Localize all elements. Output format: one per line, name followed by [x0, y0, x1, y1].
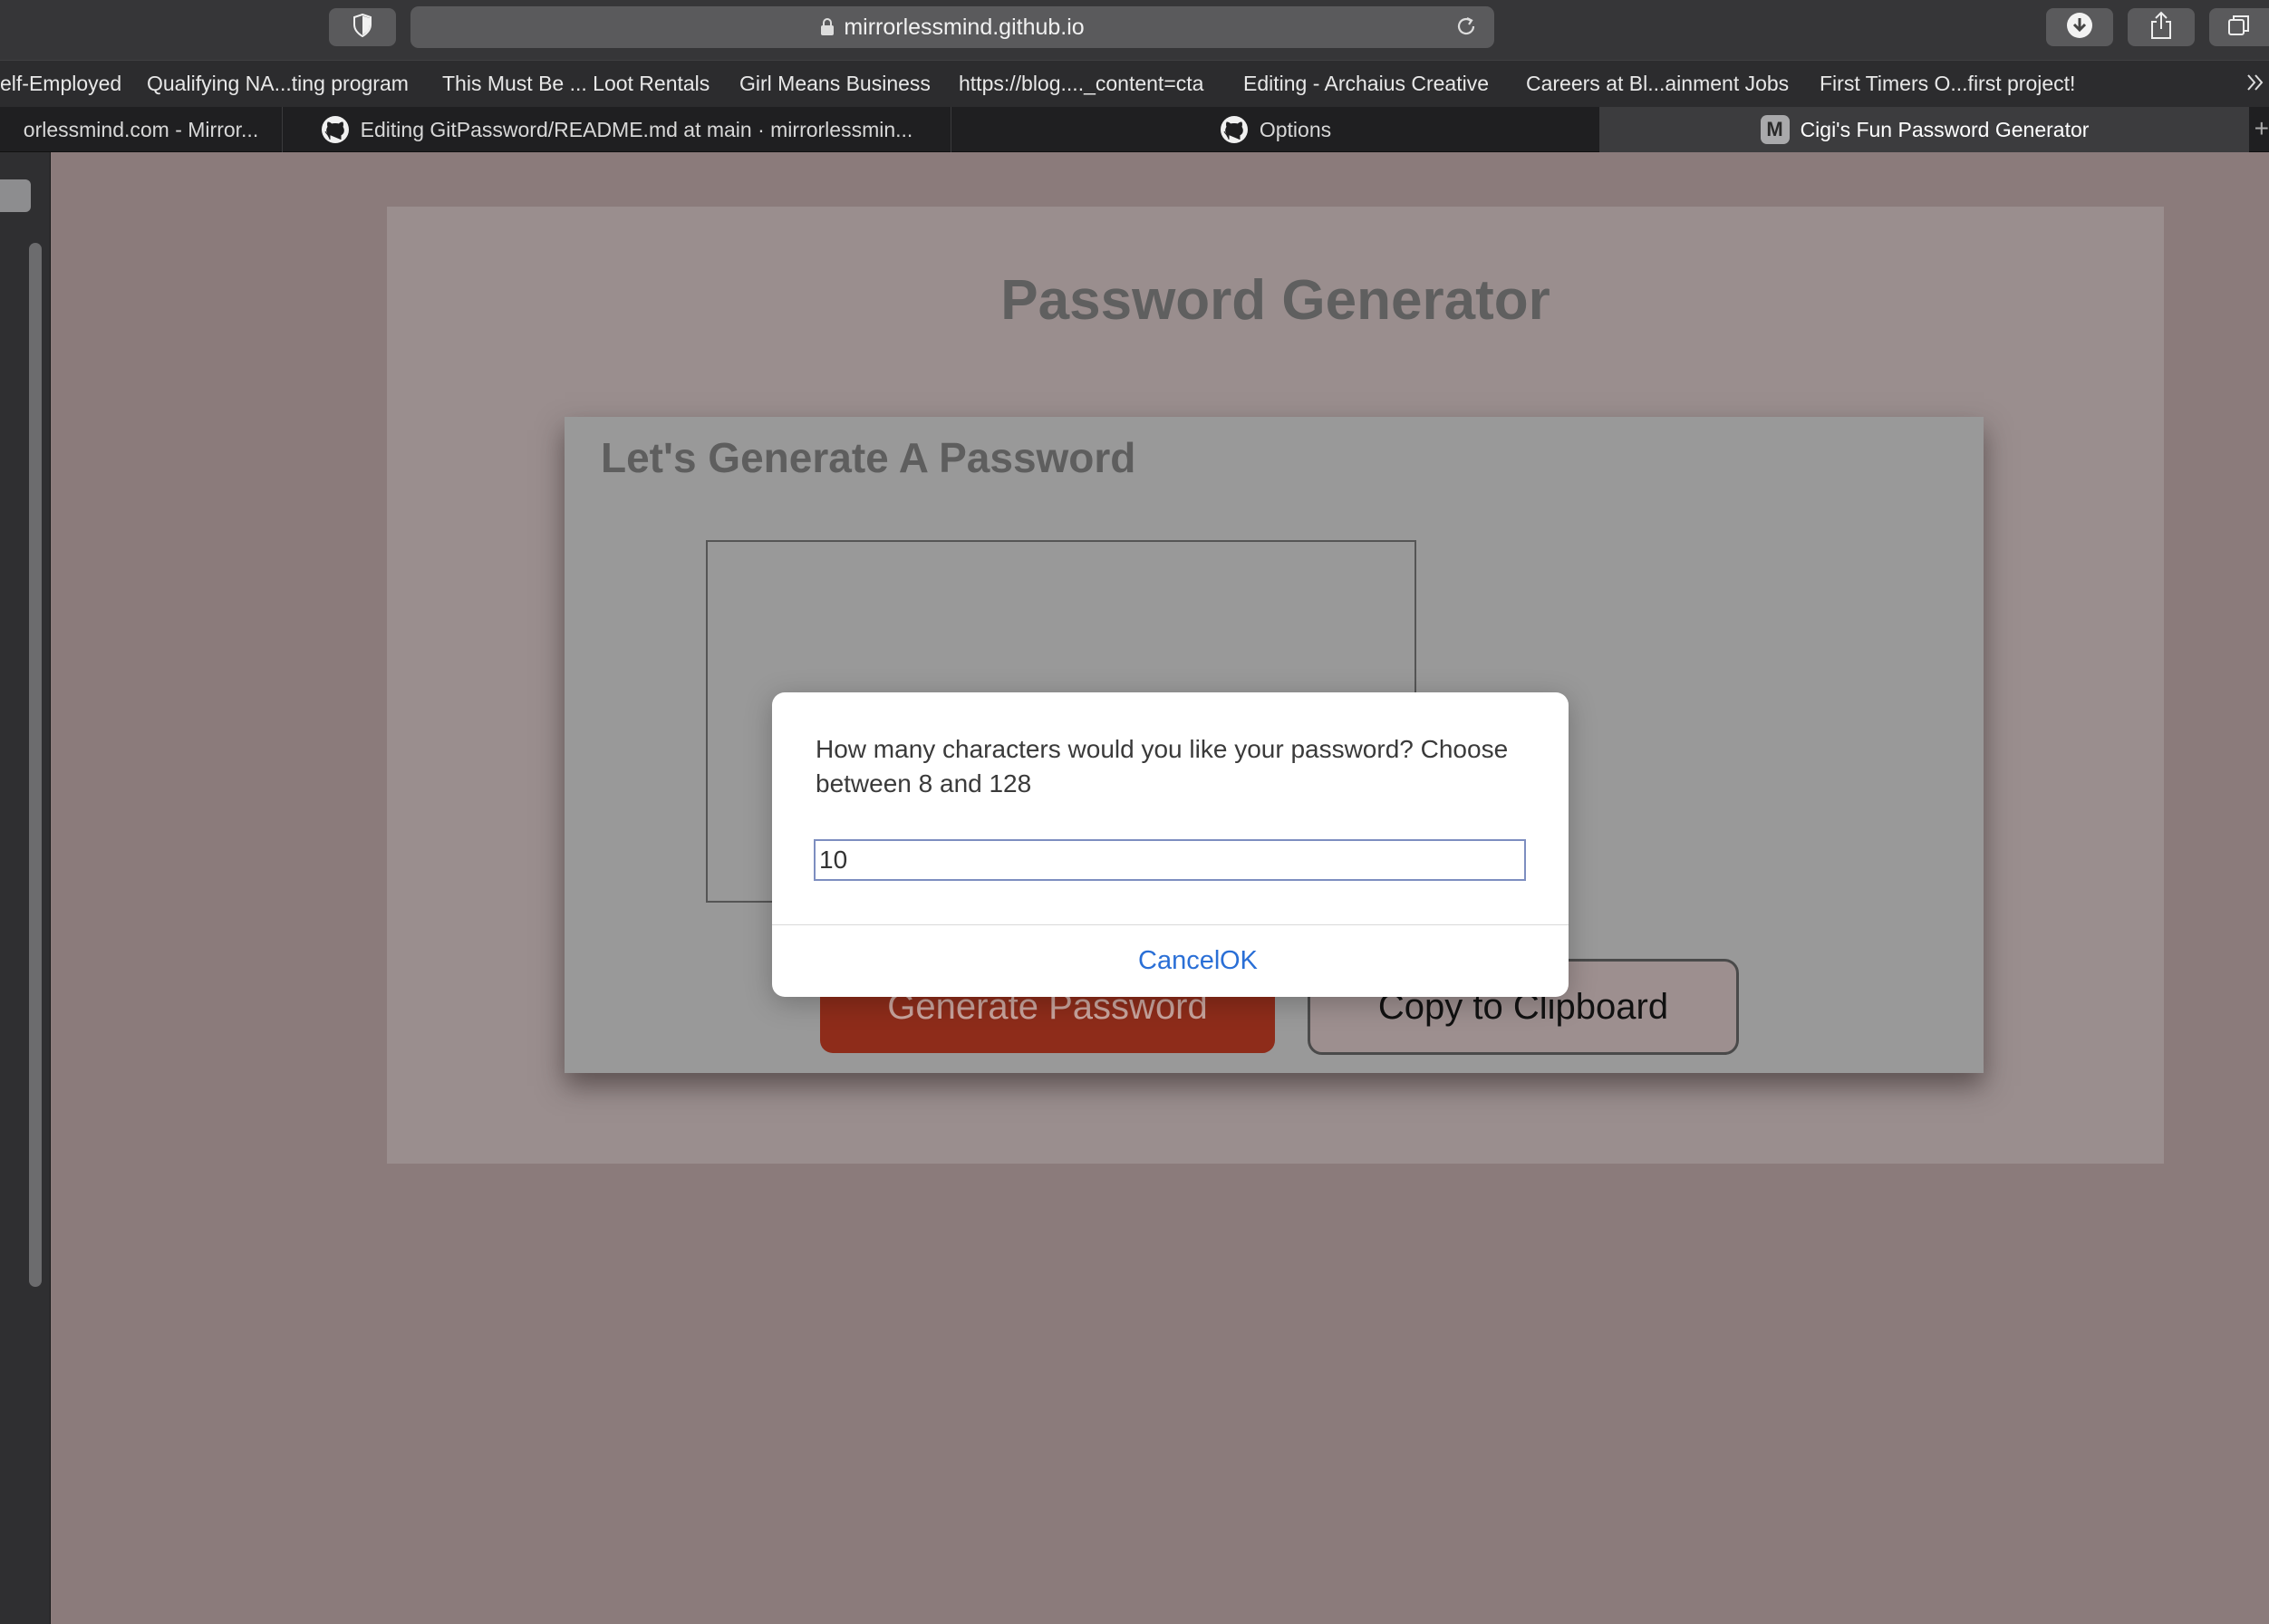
card-header: Let's Generate A Password — [601, 434, 1136, 481]
ok-button[interactable]: OK — [1220, 946, 1258, 976]
tab-label: orlessmind.com - Mirror... — [23, 117, 259, 141]
bookmark-item[interactable]: This Must Be ... Loot Rentals — [442, 72, 710, 96]
github-icon — [1220, 115, 1249, 144]
sidebar-scrollbar[interactable] — [29, 243, 42, 1287]
download-icon — [2066, 12, 2093, 44]
bookmark-item[interactable]: First Timers O...first project! — [1820, 72, 2075, 96]
new-tab-icon[interactable]: + — [2255, 114, 2269, 143]
share-button[interactable] — [2128, 8, 2195, 46]
bookmark-item[interactable]: elf-Employed — [0, 72, 121, 96]
bookmark-item[interactable]: Editing - Archaius Creative — [1243, 72, 1489, 96]
site-favicon-icon: M — [1760, 115, 1790, 144]
address-bar[interactable]: mirrorlessmind.github.io — [410, 6, 1494, 48]
browser-toolbar: mirrorlessmind.github.io — [0, 0, 2269, 60]
app-wrapper: Password Generator Let's Generate A Pass… — [387, 207, 2164, 1164]
bookmark-item[interactable]: Girl Means Business — [739, 72, 931, 96]
cancel-button[interactable]: Cancel — [1138, 946, 1220, 976]
bookmarks-bar: elf-Employed Qualifying NA...ting progra… — [0, 60, 2269, 107]
sidebar-toggle-button[interactable] — [0, 179, 31, 212]
lock-icon — [820, 18, 835, 36]
tabs-overview-icon — [2227, 14, 2251, 42]
tab-editing-readme[interactable]: Editing GitPassword/README.md at main · … — [283, 107, 951, 152]
share-icon — [2149, 11, 2173, 44]
bookmark-item[interactable]: Careers at Bl...ainment Jobs — [1526, 72, 1789, 96]
tab-label: Editing GitPassword/README.md at main · … — [360, 117, 913, 141]
sidebar — [0, 152, 51, 1624]
dialog-message: How many characters would you like your … — [816, 735, 1509, 798]
url-text: mirrorlessmind.github.io — [844, 14, 1085, 40]
reload-icon[interactable] — [1454, 14, 1478, 38]
tab-label: Cigi's Fun Password Generator — [1800, 117, 2090, 141]
github-icon — [321, 115, 350, 144]
tab-bar: orlessmind.com - Mirror... Editing GitPa… — [0, 107, 2269, 152]
page-title: Password Generator — [1000, 269, 1550, 332]
tab-overview-button[interactable] — [2209, 8, 2269, 46]
dialog-divider — [772, 924, 1569, 925]
downloads-button[interactable] — [2046, 8, 2113, 46]
bookmark-item[interactable]: https://blog...._content=cta — [959, 72, 1203, 96]
chevron-right-icon[interactable] — [2245, 70, 2265, 101]
prompt-dialog: How many characters would you like your … — [772, 692, 1569, 997]
tab-label: Options — [1259, 117, 1332, 141]
character-count-input[interactable] — [814, 839, 1526, 881]
tab-mirrorlessmind[interactable]: orlessmind.com - Mirror... — [0, 107, 283, 152]
bookmark-item[interactable]: Qualifying NA...ting program — [147, 72, 409, 96]
privacy-report-button[interactable] — [329, 8, 396, 46]
tab-password-generator[interactable]: M Cigi's Fun Password Generator — [1600, 107, 2249, 152]
tab-options[interactable]: Options — [951, 107, 1600, 152]
shield-icon — [352, 13, 372, 42]
